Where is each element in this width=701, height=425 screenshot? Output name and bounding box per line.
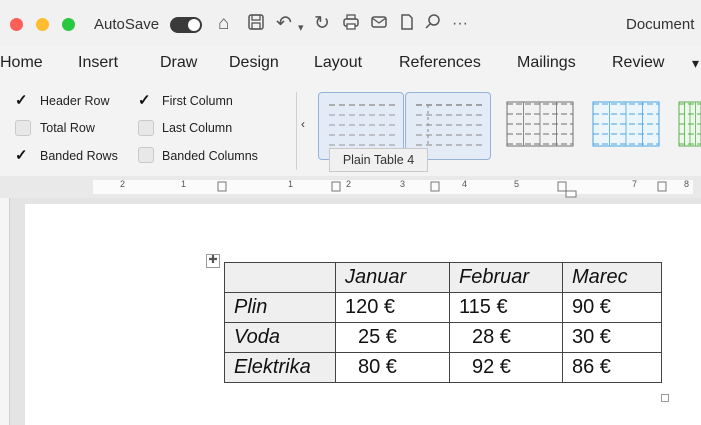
autosave-label: AutoSave <box>94 16 160 33</box>
ruler-markers[interactable] <box>0 176 701 198</box>
table-row: Elektrika 80 € 92 € 86 € <box>224 352 662 383</box>
tab-references[interactable]: References <box>399 54 481 72</box>
home-icon[interactable]: ⌂ <box>218 13 229 35</box>
table-cell[interactable]: 25 € <box>335 322 450 353</box>
document-workspace: ✚ Januar Februar Marec Plin 120 € 115 € … <box>0 198 701 425</box>
banded-columns-label: Banded Columns <box>162 149 258 163</box>
minimize-window-button[interactable] <box>36 18 49 31</box>
more-options-icon[interactable]: ··· <box>452 13 468 35</box>
document-page[interactable]: ✚ Januar Februar Marec Plin 120 € 115 € … <box>25 204 701 425</box>
table-header-row: Januar Februar Marec <box>224 262 662 293</box>
tab-layout[interactable]: Layout <box>314 54 362 72</box>
first-column-label: First Column <box>162 94 233 108</box>
table-move-handle-icon[interactable]: ✚ <box>206 254 220 268</box>
header-row-checkbox[interactable]: ✓ <box>15 91 28 109</box>
undo-dropdown-chevron-icon[interactable]: ▾ <box>298 17 304 39</box>
banded-columns-checkbox[interactable] <box>138 147 154 163</box>
mail-icon[interactable] <box>370 13 388 37</box>
header-row-label: Header Row <box>40 94 110 108</box>
styles-scroll-left-icon[interactable]: ‹ <box>301 117 305 131</box>
tab-draw[interactable]: Draw <box>160 54 197 72</box>
table-resize-handle[interactable] <box>661 394 669 402</box>
table-row: Voda 25 € 28 € 30 € <box>224 322 662 353</box>
table-header-cell[interactable]: Januar <box>335 262 450 293</box>
new-document-icon[interactable] <box>398 13 416 37</box>
tab-design[interactable]: Design <box>229 54 279 72</box>
first-column-checkbox[interactable]: ✓ <box>138 91 151 109</box>
style-tooltip: Plain Table 4 <box>329 148 428 172</box>
table-cell[interactable]: 80 € <box>335 352 450 383</box>
table-row-header[interactable]: Voda <box>224 322 336 353</box>
table-cell[interactable] <box>224 262 336 293</box>
tab-insert[interactable]: Insert <box>78 54 118 72</box>
horizontal-ruler: 2 1 1 2 3 4 5 7 8 <box>0 176 701 199</box>
total-row-label: Total Row <box>40 121 95 135</box>
table-header-cell[interactable]: Februar <box>449 262 563 293</box>
undo-icon[interactable]: ↶ <box>276 13 292 35</box>
banded-rows-label: Banded Rows <box>40 149 118 163</box>
table-cell[interactable]: 28 € <box>449 322 563 353</box>
tab-home[interactable]: Home <box>0 54 43 72</box>
tabs-overflow-chevron-icon[interactable]: ▾ <box>692 55 699 72</box>
tab-mailings[interactable]: Mailings <box>517 54 576 72</box>
total-row-checkbox[interactable] <box>15 120 31 136</box>
table-cell[interactable]: 90 € <box>562 292 662 323</box>
print-icon[interactable] <box>342 13 360 37</box>
save-icon[interactable] <box>247 13 265 37</box>
last-column-label: Last Column <box>162 121 233 135</box>
table-row-header[interactable]: Elektrika <box>224 352 336 383</box>
table-style-green-grid[interactable] <box>669 92 701 158</box>
last-column-checkbox[interactable] <box>138 120 154 136</box>
ribbon-tabs: Home Insert Draw Design Layout Reference… <box>0 46 701 84</box>
table-cell[interactable]: 120 € <box>335 292 450 323</box>
document-title: Document <box>626 16 695 33</box>
ribbon-divider <box>296 92 297 170</box>
table-cell[interactable]: 115 € <box>449 292 563 323</box>
table-row-header[interactable]: Plin <box>224 292 336 323</box>
title-bar: AutoSave ⌂ ↶ ▾ ↻ ··· Document <box>0 0 701 46</box>
table-style-blue-grid[interactable] <box>583 92 667 158</box>
redo-icon[interactable]: ↻ <box>314 13 330 35</box>
autosave-toggle[interactable] <box>170 17 202 33</box>
zoom-window-button[interactable] <box>62 18 75 31</box>
vertical-ruler[interactable] <box>0 198 10 425</box>
table-cell[interactable]: 92 € <box>449 352 563 383</box>
search-icon[interactable] <box>424 13 442 37</box>
document-table[interactable]: Januar Februar Marec Plin 120 € 115 € 90… <box>224 262 662 383</box>
table-cell[interactable]: 30 € <box>562 322 662 353</box>
tab-review[interactable]: Review <box>612 54 664 72</box>
table-cell[interactable]: 86 € <box>562 352 662 383</box>
table-style-grid-table[interactable] <box>497 92 581 158</box>
banded-rows-checkbox[interactable]: ✓ <box>15 146 28 164</box>
close-window-button[interactable] <box>10 18 23 31</box>
table-header-cell[interactable]: Marec <box>562 262 662 293</box>
table-row: Plin 120 € 115 € 90 € <box>224 292 662 323</box>
